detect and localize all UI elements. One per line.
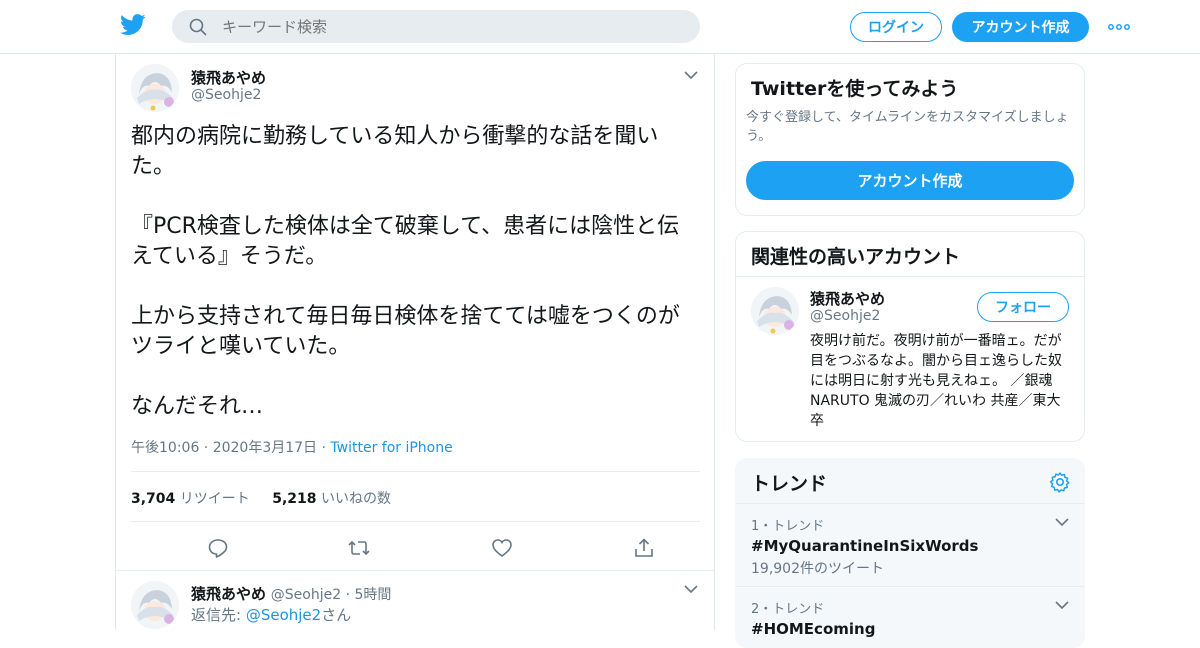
divider	[736, 276, 1084, 277]
tweet-paragraph: 都内の病院に勤務している知人から衝撃的な話を聞いた。	[131, 124, 659, 179]
tweet-paragraph: 『PCR検査した検体は全て破棄して、患者には陰性と伝えている』そうだ。	[131, 214, 680, 269]
replying-to-suffix: さん	[321, 606, 352, 624]
retweet-count[interactable]: 3,704	[131, 491, 175, 507]
author-handle[interactable]: @Seohje2	[191, 87, 261, 103]
tweet-actions	[131, 532, 701, 562]
trend-name[interactable]: #HOMEcoming	[751, 620, 1071, 638]
avatar[interactable]	[131, 64, 179, 112]
tweet-paragraph: 上から支持されて毎日毎日検体を捨てては嘘をつくのがツライと嘆いていた。	[131, 304, 680, 359]
more-options-icon[interactable]	[1106, 18, 1132, 36]
twitter-bird-icon[interactable]	[120, 13, 146, 37]
related-account-bio: 夜明け前だ。夜明け前が一番暗ェ。だが目をつぶるなよ。闇から目ェ逸らした奴には明日…	[810, 333, 1062, 429]
search-input[interactable]	[218, 17, 678, 36]
replying-to-handle[interactable]: @Seohje2	[246, 606, 321, 624]
tweet-timestamp: 午後10:06 · 2020年3月17日 · Twitter for iPhon…	[131, 437, 453, 457]
signup-card-description: 今すぐ登録して、タイムラインをカスタマイズしましょう。	[746, 110, 1069, 144]
related-account-handle[interactable]: @Seohje2	[810, 308, 880, 324]
trend-meta: 1・トレンド	[751, 519, 825, 534]
reply-author-name[interactable]: 猿飛あやめ	[191, 585, 266, 603]
trend-item[interactable]: 2・トレンド #HOMEcoming	[751, 598, 1071, 638]
retweet-icon[interactable]	[347, 536, 371, 560]
trend-tweet-count: 19,902件のツイート	[751, 561, 884, 577]
login-button[interactable]: ログイン	[850, 12, 942, 42]
follow-button[interactable]: フォロー	[977, 292, 1069, 322]
create-account-button[interactable]: アカウント作成	[746, 161, 1074, 200]
related-accounts-title: 関連性の高いアカウント	[751, 246, 961, 268]
avatar[interactable]	[131, 581, 179, 629]
share-icon[interactable]	[632, 536, 656, 560]
avatar-image-icon	[131, 581, 179, 629]
gear-icon[interactable]	[1049, 471, 1071, 493]
avatar[interactable]	[751, 287, 799, 335]
signup-button[interactable]: アカウント作成	[952, 12, 1089, 42]
top-bar: ログイン アカウント作成	[0, 0, 1200, 54]
tweet-time[interactable]: 午後10:06 · 2020年3月17日 ·	[131, 440, 330, 456]
reply-icon[interactable]	[206, 536, 230, 560]
tweet-column: 猿飛あやめ @Seohje2 都内の病院に勤務している知人から衝撃的な話を聞いた…	[115, 54, 715, 630]
trend-meta: 2・トレンド	[751, 602, 825, 617]
tweet-source-link[interactable]: Twitter for iPhone	[330, 440, 452, 456]
signup-card-title: Twitterを使ってみよう	[751, 78, 959, 100]
replying-to: 返信先: @Seohje2さん	[191, 604, 351, 625]
divider	[736, 503, 1084, 504]
chevron-down-icon[interactable]	[1053, 598, 1071, 612]
search-icon	[178, 10, 218, 43]
reply-meta[interactable]: @Seohje2 · 5時間	[271, 587, 392, 603]
signup-card: Twitterを使ってみよう 今すぐ登録して、タイムラインをカスタマイズしましょ…	[735, 63, 1085, 216]
replying-to-prefix: 返信先:	[191, 606, 246, 624]
chevron-down-icon[interactable]	[682, 581, 700, 597]
avatar-image-icon	[131, 64, 179, 112]
related-account-name[interactable]: 猿飛あやめ	[810, 288, 885, 309]
trends-title: トレンド	[751, 473, 828, 495]
divider	[131, 471, 700, 472]
divider	[736, 586, 1084, 587]
like-heart-icon[interactable]	[490, 536, 514, 560]
trend-item[interactable]: 1・トレンド #MyQuarantineInSixWords 19,902件のツ…	[751, 515, 1071, 578]
retweet-label[interactable]: リツイート	[180, 491, 250, 507]
like-count[interactable]: 5,218	[272, 491, 316, 507]
search-bar[interactable]	[172, 10, 700, 43]
trend-name[interactable]: #MyQuarantineInSixWords	[751, 537, 1071, 555]
tweet-stats: 3,704 リツイート 5,218 いいねの数	[131, 488, 391, 508]
related-accounts-card: 関連性の高いアカウント 猿飛あやめ @Seohje2 フォロー 夜明け前だ。夜明…	[735, 231, 1085, 442]
avatar-image-icon	[751, 287, 799, 335]
tweet-paragraph: なんだそれ…	[131, 394, 264, 419]
tweet-text: 都内の病院に勤務している知人から衝撃的な話を聞いた。 『PCR検査した検体は全て…	[131, 122, 701, 452]
reply-tweet[interactable]: 猿飛あやめ @Seohje2 · 5時間 返信先: @Seohje2さん	[116, 570, 714, 630]
reply-header: 猿飛あやめ @Seohje2 · 5時間	[191, 583, 391, 604]
divider	[131, 521, 700, 522]
trends-card: トレンド 1・トレンド #MyQuarantineInSixWords 19,9…	[735, 458, 1085, 648]
like-label[interactable]: いいねの数	[321, 491, 391, 507]
author-name[interactable]: 猿飛あやめ	[191, 67, 266, 88]
chevron-down-icon[interactable]	[682, 67, 700, 83]
chevron-down-icon[interactable]	[1053, 515, 1071, 529]
